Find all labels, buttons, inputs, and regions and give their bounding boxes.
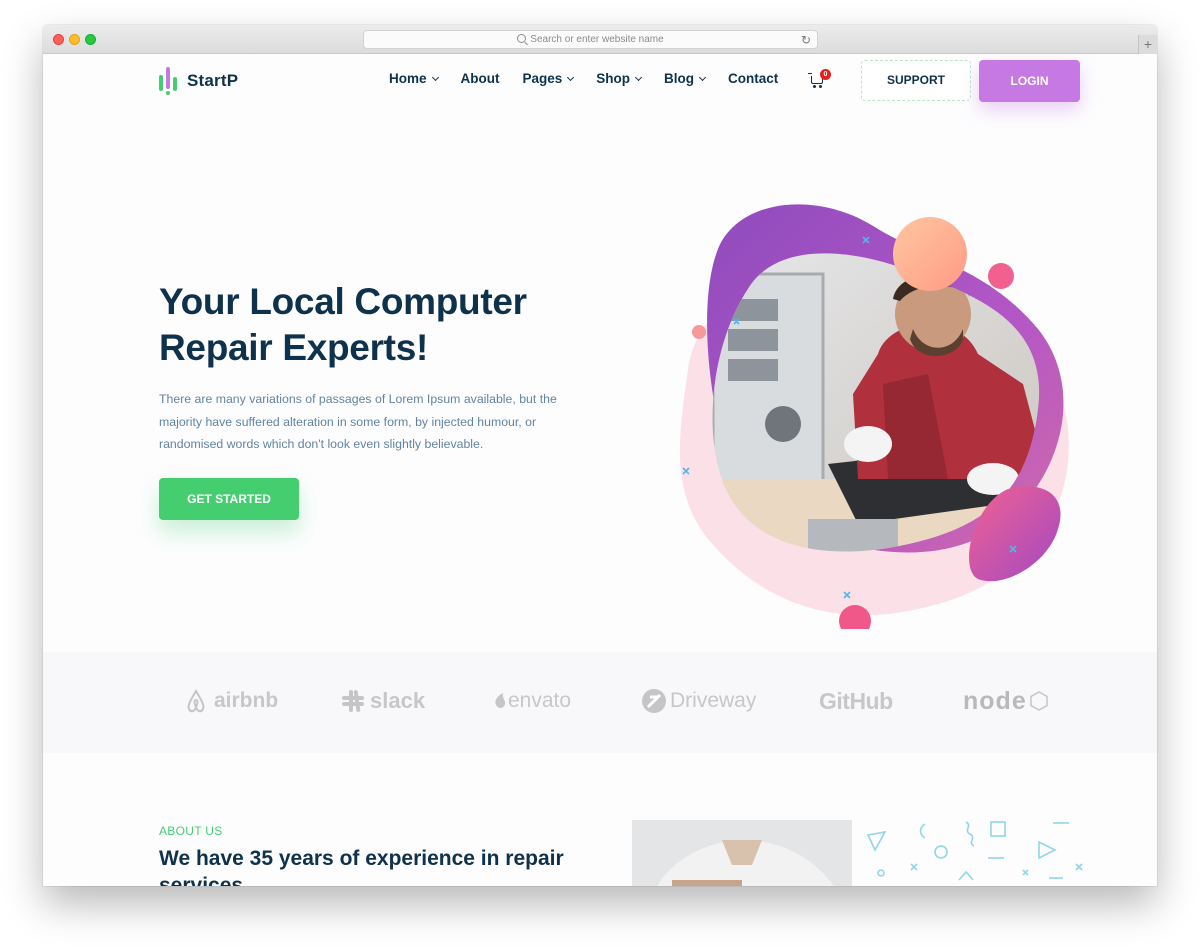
envato-icon <box>495 693 506 708</box>
nav-item-blog[interactable]: Blog <box>664 71 707 86</box>
partner-name: Driveway <box>670 689 757 712</box>
main-nav: Home About Pages Shop Blog Contact <box>389 71 801 86</box>
logo-bars-icon <box>159 67 179 95</box>
driveway-icon <box>642 689 666 713</box>
browser-window: Search or enter website name ↻ + StartP … <box>43 25 1157 886</box>
nav-item-pages[interactable]: Pages <box>522 71 575 86</box>
browser-toolbar: Search or enter website name ↻ + <box>43 25 1157 54</box>
address-placeholder: Search or enter website name <box>530 34 664 45</box>
pink-dot <box>988 263 1014 289</box>
nav-label: Contact <box>728 71 779 86</box>
nav-label: Pages <box>522 71 563 86</box>
airbnb-icon <box>187 688 205 713</box>
driveway-logo[interactable]: Driveway <box>640 684 756 718</box>
address-bar[interactable]: Search or enter website name ↻ <box>363 30 818 49</box>
nav-item-shop[interactable]: Shop <box>596 71 643 86</box>
hero-description: There are many variations of passages of… <box>159 392 557 451</box>
hero-title-line2: Repair Experts! <box>159 327 428 368</box>
nav-item-contact[interactable]: Contact <box>728 71 778 86</box>
support-button[interactable]: SUPPORT <box>861 60 971 101</box>
site-logo[interactable]: StartP <box>159 67 239 95</box>
search-icon <box>517 34 527 43</box>
close-window-button[interactable] <box>53 34 64 45</box>
nodejs-hex-icon <box>1029 691 1048 711</box>
chevron-down-icon <box>431 73 439 81</box>
github-logo[interactable]: GitHub <box>819 684 893 718</box>
airbnb-logo[interactable]: airbnb <box>183 684 278 718</box>
nav-label: About <box>460 71 500 86</box>
hero-title-line1: Your Local Computer <box>159 281 527 322</box>
partner-name: airbnb <box>214 689 279 712</box>
reload-icon[interactable]: ↻ <box>801 32 811 49</box>
chevron-down-icon <box>567 73 575 81</box>
hero-illustration <box>679 204 1069 629</box>
chevron-down-icon <box>634 73 643 81</box>
web-page: StartP Home About Pages Shop Blog Contac… <box>43 54 1157 886</box>
slack-icon <box>342 690 364 712</box>
cart-button[interactable]: 0 <box>808 69 831 89</box>
about-title: We have 35 years of experience in repair… <box>159 847 564 886</box>
about-decorative-shapes <box>866 821 1083 881</box>
nav-item-home[interactable]: Home <box>389 71 439 86</box>
slack-logo[interactable]: slack <box>341 684 425 718</box>
partner-name: envato <box>508 689 572 712</box>
cart-count-badge: 0 <box>820 69 831 80</box>
chevron-down-icon <box>698 73 707 81</box>
nav-label: Home <box>389 71 427 86</box>
partner-name: node <box>963 686 1027 715</box>
nav-label: Shop <box>596 71 631 86</box>
new-tab-button[interactable]: + <box>1138 35 1157 54</box>
partner-logos-strip: airbnb slack envato Driveway GitHub node <box>43 652 1157 753</box>
login-button[interactable]: LOGIN <box>979 60 1080 102</box>
nodejs-logo[interactable]: node <box>963 684 1048 718</box>
partner-name: GitHub <box>819 687 893 714</box>
brand-name: StartP <box>187 71 239 90</box>
get-started-button[interactable]: GET STARTED <box>159 478 299 520</box>
peach-circle <box>893 217 967 291</box>
small-pink-dot <box>692 325 706 339</box>
envato-logo[interactable]: envato <box>493 684 571 718</box>
about-eyebrow: ABOUT US <box>159 824 223 838</box>
zoom-window-button[interactable] <box>85 34 96 45</box>
minimize-window-button[interactable] <box>69 34 80 45</box>
partner-name: slack <box>370 688 426 713</box>
about-photo <box>632 820 852 886</box>
nav-item-about[interactable]: About <box>461 71 500 86</box>
hero-title: Your Local Computer Repair Experts! <box>159 279 619 371</box>
nav-label: Blog <box>664 71 695 86</box>
